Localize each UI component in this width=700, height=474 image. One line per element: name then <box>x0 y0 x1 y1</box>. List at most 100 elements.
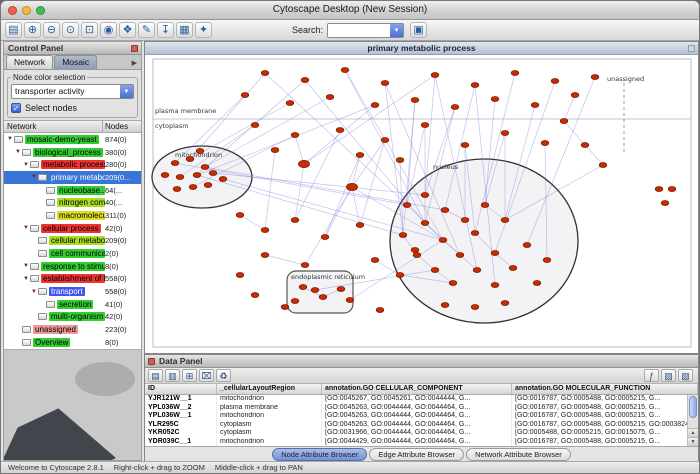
tree-row[interactable]: ▼cellular process42(0) <box>4 222 141 235</box>
network-node[interactable] <box>441 303 449 308</box>
tree-row[interactable]: Overview8(0) <box>4 336 141 349</box>
table-scrollbar[interactable]: ▲ ▼ <box>687 395 698 446</box>
network-node[interactable] <box>381 81 389 86</box>
tree-row[interactable]: ▼mosaic-demo-yeast874(0) <box>4 133 141 146</box>
network-node[interactable] <box>219 177 227 182</box>
control-panel-close-icon[interactable] <box>131 45 138 52</box>
network-edge[interactable] <box>190 73 265 159</box>
create-attribute-icon[interactable]: ⊞ <box>182 369 197 382</box>
network-node[interactable] <box>531 103 539 108</box>
network-node[interactable] <box>241 93 249 98</box>
network-node[interactable] <box>161 173 169 178</box>
network-node[interactable] <box>403 203 411 208</box>
tree-header[interactable]: Network Nodes <box>4 120 141 133</box>
network-node[interactable] <box>204 183 212 188</box>
annotation-icon[interactable]: ✎ <box>138 22 155 38</box>
network-node[interactable] <box>431 73 439 78</box>
table-row[interactable]: YDR039C__1mitochondrion[GO:0044429, GO:0… <box>145 438 698 447</box>
network-node[interactable] <box>251 293 259 298</box>
network-node[interactable] <box>193 173 201 178</box>
network-node[interactable] <box>441 208 449 213</box>
zoom-out-icon[interactable]: ⊖ <box>43 22 60 38</box>
data-panel-close-icon[interactable] <box>148 358 155 365</box>
formula-builder-icon[interactable]: ƒ <box>644 369 659 382</box>
network-node[interactable] <box>236 213 244 218</box>
network-edge[interactable] <box>585 145 603 165</box>
tab-network[interactable]: Network <box>6 55 53 69</box>
expand-arrow-icon[interactable]: ▼ <box>22 162 30 168</box>
settings-icon[interactable]: ▣ <box>410 22 427 38</box>
zoom-in-icon[interactable]: ⊕ <box>24 22 41 38</box>
vizmapper-icon[interactable]: ▦ <box>176 22 193 38</box>
network-node[interactable] <box>533 281 541 286</box>
network-node[interactable] <box>337 287 345 292</box>
network-node[interactable] <box>439 238 447 243</box>
network-node[interactable] <box>291 218 299 223</box>
network-node[interactable] <box>176 175 184 180</box>
network-node[interactable] <box>481 203 489 208</box>
scroll-up-icon[interactable]: ▲ <box>688 428 698 437</box>
column-header-cellular-component[interactable]: annotation.GO CELLULAR_COMPONENT <box>322 384 512 394</box>
network-node[interactable] <box>376 308 384 313</box>
network-node[interactable] <box>371 258 379 263</box>
network-edge[interactable] <box>360 140 385 225</box>
network-node[interactable] <box>189 185 197 190</box>
select-attributes-icon[interactable]: ▤ <box>148 369 163 382</box>
column-header-id[interactable]: ID <box>145 384 217 394</box>
network-edge[interactable] <box>325 155 360 237</box>
network-node[interactable] <box>346 298 354 303</box>
network-canvas[interactable]: plasma membranecytoplasmmitochondrionnuc… <box>145 55 698 353</box>
network-node[interactable] <box>668 187 676 192</box>
tab-edge-attribute-browser[interactable]: Edge Attribute Browser <box>369 448 464 461</box>
expand-arrow-icon[interactable]: ▼ <box>30 174 38 180</box>
window-titlebar[interactable]: Cytoscape Desktop (New Session) <box>1 1 699 20</box>
network-node[interactable] <box>251 123 259 128</box>
tree-row[interactable]: unassigned223(0) <box>4 323 141 336</box>
tree-row[interactable]: ▼metabolic process280(0) <box>4 158 141 171</box>
scrollbar-thumb[interactable] <box>689 396 697 418</box>
network-node[interactable] <box>261 71 269 76</box>
network-node[interactable] <box>291 299 299 304</box>
network-node[interactable] <box>347 183 358 190</box>
dropdown-arrow-icon[interactable]: ▼ <box>120 85 133 98</box>
print-icon[interactable]: ▤ <box>5 22 22 38</box>
network-icon[interactable]: ❖ <box>119 22 136 38</box>
delete-attribute-icon[interactable]: ⌧ <box>199 369 214 382</box>
node-color-dropdown[interactable]: transporter activity ▼ <box>11 84 134 99</box>
network-edge[interactable] <box>564 121 585 145</box>
network-node[interactable] <box>209 171 217 176</box>
network-node[interactable] <box>201 165 209 170</box>
network-node[interactable] <box>501 301 509 306</box>
network-node[interactable] <box>301 263 309 268</box>
view-menu-icon[interactable] <box>688 45 695 52</box>
network-node[interactable] <box>411 248 419 253</box>
network-edge[interactable] <box>304 105 375 164</box>
network-node[interactable] <box>511 71 519 76</box>
network-node[interactable] <box>421 193 429 198</box>
network-node[interactable] <box>591 75 599 80</box>
network-node[interactable] <box>581 143 589 148</box>
network-node[interactable] <box>261 253 269 258</box>
expand-arrow-icon[interactable]: ▼ <box>30 289 38 295</box>
network-node[interactable] <box>286 101 294 106</box>
tree-row[interactable]: cellular metabo...209(0) <box>4 235 141 248</box>
tree-row[interactable]: ▼transport558(0) <box>4 285 141 298</box>
import-attributes-icon[interactable]: ▨ <box>661 369 676 382</box>
tree-column-network[interactable]: Network <box>4 121 103 132</box>
network-node[interactable] <box>655 187 663 192</box>
network-edge[interactable] <box>265 150 275 230</box>
tree-row[interactable]: ▼primary metabo...209(0... <box>4 171 141 184</box>
network-node[interactable] <box>501 131 509 136</box>
network-node[interactable] <box>501 218 509 223</box>
plugins-icon[interactable]: ✦ <box>195 22 212 38</box>
network-node[interactable] <box>461 143 469 148</box>
tree-row[interactable]: ▼biological_process380(0) <box>4 146 141 159</box>
network-node[interactable] <box>551 79 559 84</box>
table-row[interactable]: YPL036W__1mitochondrion[GO:0045263, GO:0… <box>145 412 698 421</box>
network-edge[interactable] <box>295 135 304 164</box>
search-input[interactable] <box>328 24 390 37</box>
network-node[interactable] <box>571 93 579 98</box>
network-node[interactable] <box>413 253 421 258</box>
tree-row[interactable]: ▼establishment of lo...558(0) <box>4 273 141 286</box>
network-node[interactable] <box>301 78 309 83</box>
